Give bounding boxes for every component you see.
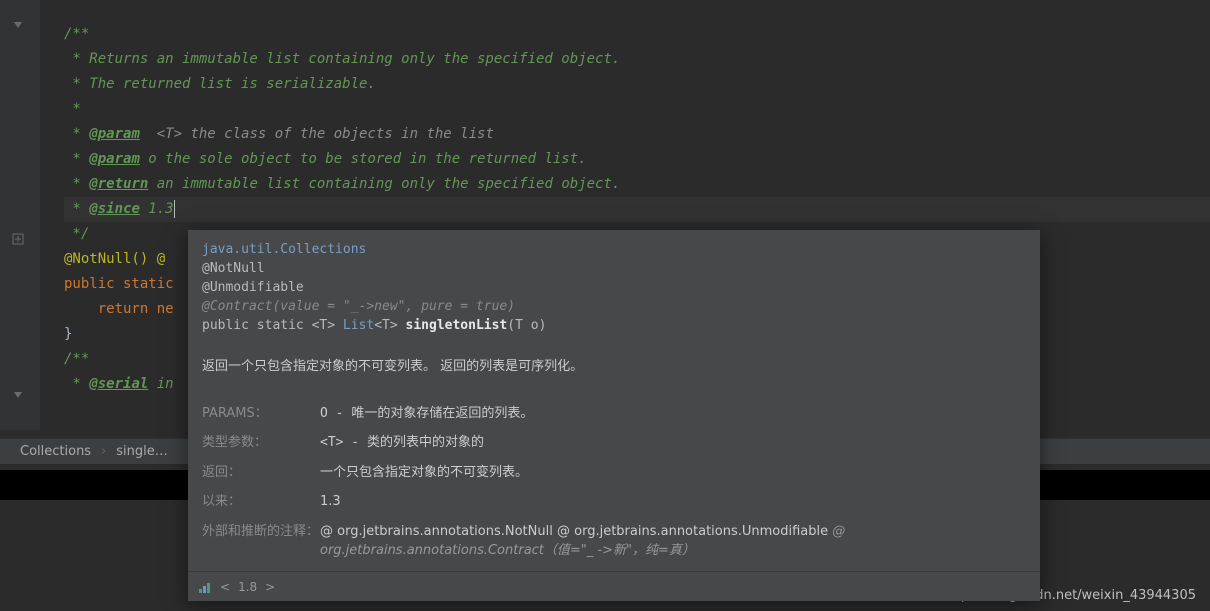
- quick-doc-popup[interactable]: java.util.Collections @NotNull @Unmodifi…: [188, 230, 1040, 601]
- doc-start: /**: [64, 351, 89, 367]
- param-tag: @param: [89, 151, 140, 167]
- package-link[interactable]: java.util.Collections: [202, 240, 1026, 259]
- doc-section-label: 类型参数：: [202, 428, 320, 458]
- doc-section-value: 1.3: [320, 487, 1026, 517]
- fold-icon[interactable]: [12, 19, 24, 31]
- doc-params-table: PARAMS：O - 唯一的对象存储在返回的列表。类型参数：<T> - 类的列表…: [202, 399, 1026, 566]
- contract-text: @Contract(value = "_->new", pure = true): [202, 297, 1026, 316]
- nav-prev[interactable]: <: [220, 580, 230, 594]
- return-tag: @return: [89, 176, 148, 192]
- since-tag: @since: [89, 201, 140, 217]
- doc-end: */: [64, 226, 89, 242]
- doc-section-label: 外部和推断的注释：: [202, 517, 320, 566]
- doc-line: * Returns an immutable list containing o…: [64, 51, 620, 67]
- fold-icon[interactable]: [12, 389, 24, 401]
- doc-line: *: [64, 101, 81, 117]
- doc-start: /**: [64, 26, 89, 42]
- breadcrumb-item[interactable]: Collections: [20, 444, 91, 459]
- doc-line: * The returned list is serializable.: [64, 76, 376, 92]
- text-caret: [174, 200, 175, 218]
- doc-section-value: <T> - 类的列表中的对象的: [320, 428, 1026, 458]
- breadcrumb-item[interactable]: single…: [116, 444, 168, 459]
- param-tag: @param: [89, 126, 140, 142]
- annotation: @NotNull(): [64, 251, 148, 267]
- nav-next[interactable]: >: [265, 580, 275, 594]
- doc-section-label: 返回：: [202, 458, 320, 488]
- doc-section-label: PARAMS：: [202, 399, 320, 429]
- external-annotations: @ org.jetbrains.annotations.NotNull @ or…: [320, 517, 1026, 566]
- doc-description: 返回一个只包含指定对象的不可变列表。 返回的列表是可序列化。: [202, 357, 1026, 377]
- doc-section-label: 以来：: [202, 487, 320, 517]
- serial-tag: @serial: [89, 376, 148, 392]
- library-icon[interactable]: [198, 580, 212, 594]
- method-signature: public static <T> List<T> singletonList(…: [202, 316, 1026, 335]
- jdk-version: 1.8: [238, 580, 257, 594]
- gutter: [0, 0, 40, 430]
- annotation-text: @NotNull: [202, 259, 1026, 278]
- chevron-right-icon: ›: [101, 444, 106, 459]
- doc-section-value: O - 唯一的对象存储在返回的列表。: [320, 399, 1026, 429]
- modifiers: public static: [64, 276, 174, 292]
- type-link[interactable]: List: [343, 318, 374, 333]
- doc-section-value: 一个只包含指定对象的不可变列表。: [320, 458, 1026, 488]
- fold-icon[interactable]: [12, 233, 24, 245]
- annotation-text: @Unmodifiable: [202, 278, 1026, 297]
- doc-footer: < 1.8 >: [188, 571, 1040, 601]
